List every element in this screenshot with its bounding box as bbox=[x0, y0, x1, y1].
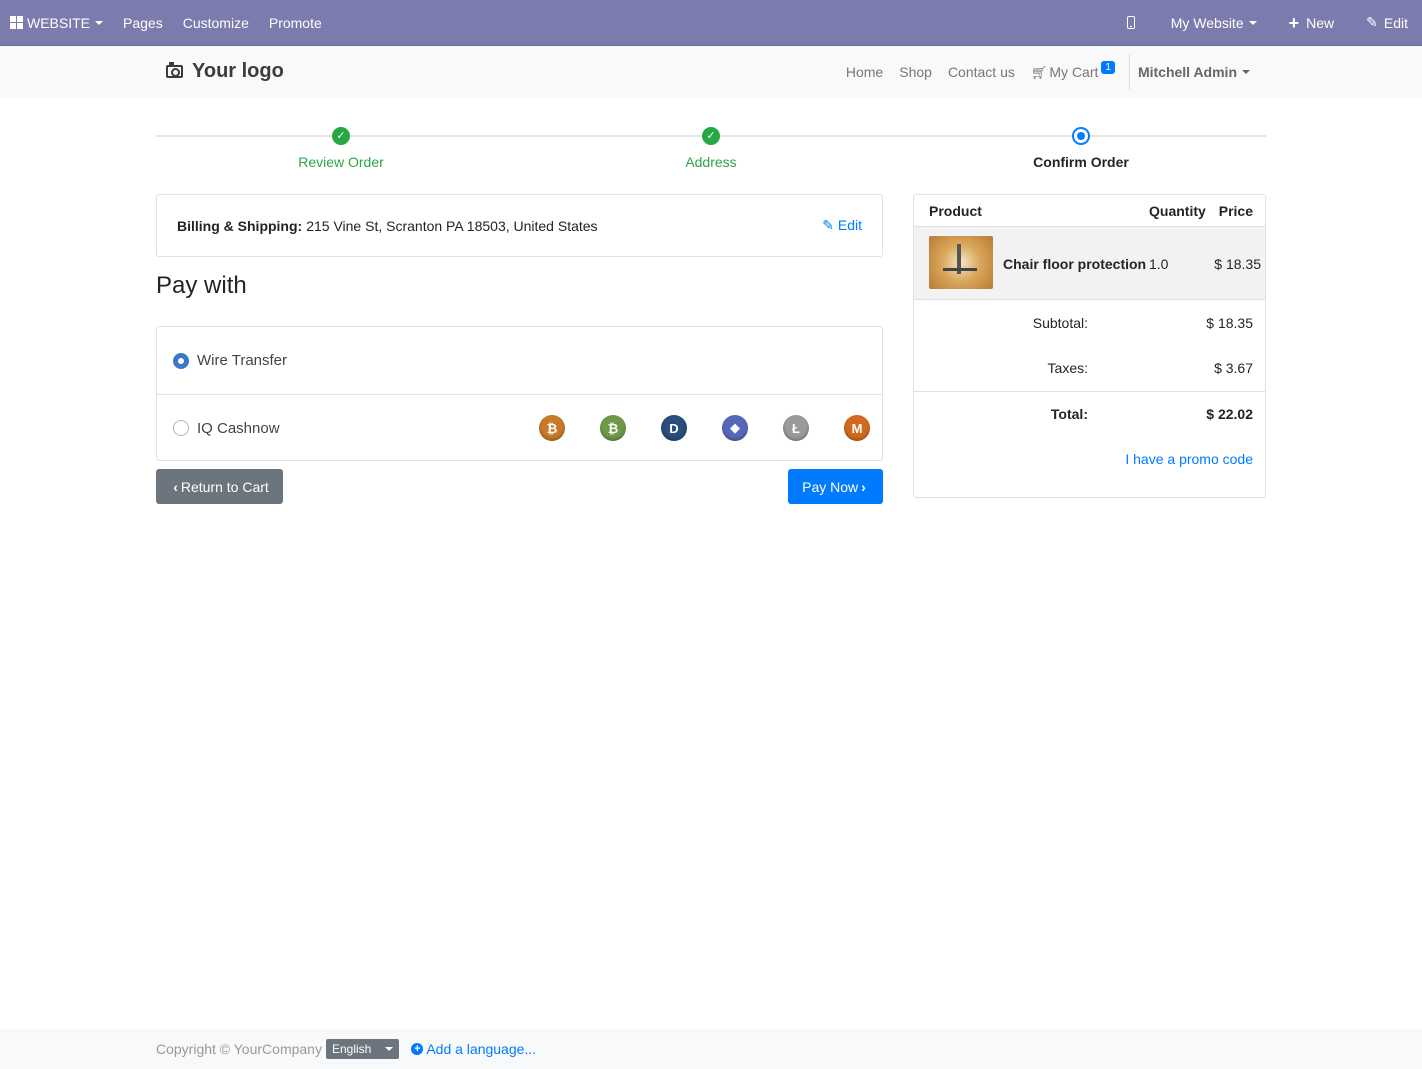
caret-down-icon bbox=[95, 20, 104, 25]
step-address[interactable]: ✓ Address bbox=[611, 124, 811, 170]
checkout-progress: ✓ Review Order ✓ Address Confirm Order bbox=[156, 124, 1266, 174]
subtotal-label: Subtotal: bbox=[1032, 315, 1088, 331]
product-name: Chair floor protection bbox=[1003, 256, 1147, 272]
subtotal-value: $ 18.35 bbox=[1206, 315, 1253, 331]
col-product: Product bbox=[929, 203, 982, 219]
payment-label: IQ Cashnow bbox=[197, 419, 280, 437]
check-icon: ✓ bbox=[332, 127, 350, 145]
total-label: Total: bbox=[1050, 406, 1088, 422]
add-language-link[interactable]: + Add a language... bbox=[411, 1041, 536, 1057]
ethereum-icon: ◆ bbox=[722, 415, 748, 441]
taxes-value: $ 3.67 bbox=[1214, 360, 1253, 376]
plus-circle-icon: + bbox=[411, 1043, 424, 1055]
step-label: Address bbox=[685, 154, 737, 170]
nav-home[interactable]: Home bbox=[838, 64, 891, 80]
summary-header: Product Quantity Price bbox=[914, 195, 1265, 227]
promo-code-link[interactable]: I have a promo code bbox=[1125, 451, 1253, 467]
mobile-preview-button[interactable] bbox=[1117, 0, 1161, 46]
col-price: Price bbox=[1218, 203, 1253, 219]
site-header: Your logo Home Shop Contact us 🛒︎ My Cart… bbox=[0, 46, 1422, 98]
website-selector-label: My Website bbox=[1170, 14, 1244, 31]
billing-label: Billing & Shipping: bbox=[177, 217, 303, 234]
step-label: Confirm Order bbox=[1033, 154, 1129, 170]
product-image bbox=[929, 236, 993, 289]
monero-icon: M bbox=[844, 415, 870, 441]
edit-button[interactable]: ✎ Edit bbox=[1356, 0, 1422, 46]
edit-address-link[interactable]: ✎ Edit bbox=[822, 217, 862, 234]
step-label: Review Order bbox=[298, 154, 384, 170]
dash-icon: D bbox=[661, 415, 687, 441]
language-selector[interactable]: English bbox=[325, 1039, 400, 1059]
product-quantity: 1.0 bbox=[1149, 256, 1169, 272]
logo-text: Your logo bbox=[192, 60, 284, 82]
bitcoin-icon: ₿ bbox=[539, 415, 565, 441]
footer: Copyright © YourCompany English + Add a … bbox=[0, 1029, 1422, 1069]
user-menu[interactable]: Mitchell Admin bbox=[1128, 54, 1258, 90]
caret-down-icon bbox=[1242, 70, 1250, 74]
chevron-right-icon: › bbox=[861, 478, 866, 495]
step-confirm-order: Confirm Order bbox=[981, 124, 1181, 170]
payment-iq-cashnow[interactable]: IQ Cashnow ₿ ₿ D ◆ Ł M bbox=[157, 394, 882, 461]
admin-navbar: WEBSITE Pages Customize Promote My Websi… bbox=[0, 0, 1422, 46]
nav-shop[interactable]: Shop bbox=[891, 64, 940, 80]
crypto-icons: ₿ ₿ D ◆ Ł M bbox=[504, 415, 882, 441]
copyright-text: Copyright © YourCompany bbox=[156, 1041, 322, 1057]
mobile-icon bbox=[1126, 16, 1135, 29]
order-summary: Product Quantity Price Chair floor prote… bbox=[913, 194, 1266, 498]
cart-count-badge: 1 bbox=[1101, 60, 1115, 74]
apps-menu-button[interactable]: WEBSITE bbox=[0, 0, 113, 46]
pay-label: Pay Now bbox=[802, 478, 859, 495]
radio-selected[interactable] bbox=[173, 352, 189, 369]
total-value: $ 22.02 bbox=[1206, 406, 1253, 422]
taxes-label: Taxes: bbox=[1047, 360, 1088, 376]
billing-card: Billing & Shipping: 215 Vine St, Scranto… bbox=[156, 194, 883, 257]
app-label: WEBSITE bbox=[27, 14, 91, 31]
edit-label: Edit bbox=[1383, 14, 1408, 31]
bitcoin-cash-icon: ₿ bbox=[600, 415, 626, 441]
product-price: $ 18.35 bbox=[1214, 256, 1261, 272]
new-label: New bbox=[1306, 14, 1335, 31]
user-name: Mitchell Admin bbox=[1137, 64, 1237, 80]
payment-methods: Wire Transfer IQ Cashnow ₿ ₿ D ◆ Ł M bbox=[156, 326, 883, 461]
billing-address: 215 Vine St, Scranton PA 18503, United S… bbox=[306, 217, 598, 234]
caret-down-icon bbox=[1248, 20, 1257, 25]
summary-divider bbox=[914, 391, 1265, 392]
check-icon: ✓ bbox=[702, 127, 720, 145]
chevron-left-icon: ‹ bbox=[173, 478, 178, 495]
payment-label: Wire Transfer bbox=[197, 352, 288, 369]
edit-address-label: Edit bbox=[837, 217, 862, 233]
order-line: Chair floor protection 1.0 $ 18.35 bbox=[914, 227, 1265, 300]
language-label: English bbox=[331, 1042, 372, 1056]
nav-cart[interactable]: 🛒︎ My Cart 1 bbox=[1023, 60, 1123, 81]
add-language-label: Add a language... bbox=[426, 1041, 537, 1057]
nav-contact[interactable]: Contact us bbox=[940, 64, 1023, 80]
pay-with-title: Pay with bbox=[156, 272, 247, 299]
payment-wire-transfer[interactable]: Wire Transfer bbox=[157, 327, 882, 394]
current-step-icon bbox=[1072, 127, 1090, 145]
return-label: Return to Cart bbox=[180, 478, 269, 495]
return-to-cart-button[interactable]: ‹ Return to Cart bbox=[156, 469, 283, 504]
new-button[interactable]: + New bbox=[1279, 0, 1357, 46]
menu-customize[interactable]: Customize bbox=[173, 0, 259, 46]
cart-label: My Cart bbox=[1049, 63, 1099, 80]
radio-unselected[interactable] bbox=[173, 420, 189, 436]
litecoin-icon: Ł bbox=[783, 415, 809, 441]
menu-promote[interactable]: Promote bbox=[259, 0, 332, 46]
menu-pages[interactable]: Pages bbox=[113, 0, 173, 46]
camera-icon bbox=[166, 62, 183, 78]
cart-icon: 🛒︎ bbox=[1030, 64, 1048, 80]
apps-grid-icon bbox=[10, 16, 23, 29]
website-selector[interactable]: My Website bbox=[1161, 0, 1279, 46]
pencil-icon: ✎ bbox=[1366, 14, 1378, 30]
pay-now-button[interactable]: Pay Now › bbox=[788, 469, 883, 504]
main-nav: Home Shop Contact us 🛒︎ My Cart 1 Mitchell… bbox=[838, 46, 1258, 98]
caret-down-icon bbox=[385, 1047, 394, 1051]
plus-icon: + bbox=[1288, 12, 1300, 33]
col-quantity: Quantity bbox=[1149, 203, 1206, 219]
edit-icon: ✎ bbox=[822, 217, 834, 233]
site-logo[interactable]: Your logo bbox=[166, 60, 284, 83]
step-review-order[interactable]: ✓ Review Order bbox=[241, 124, 441, 170]
